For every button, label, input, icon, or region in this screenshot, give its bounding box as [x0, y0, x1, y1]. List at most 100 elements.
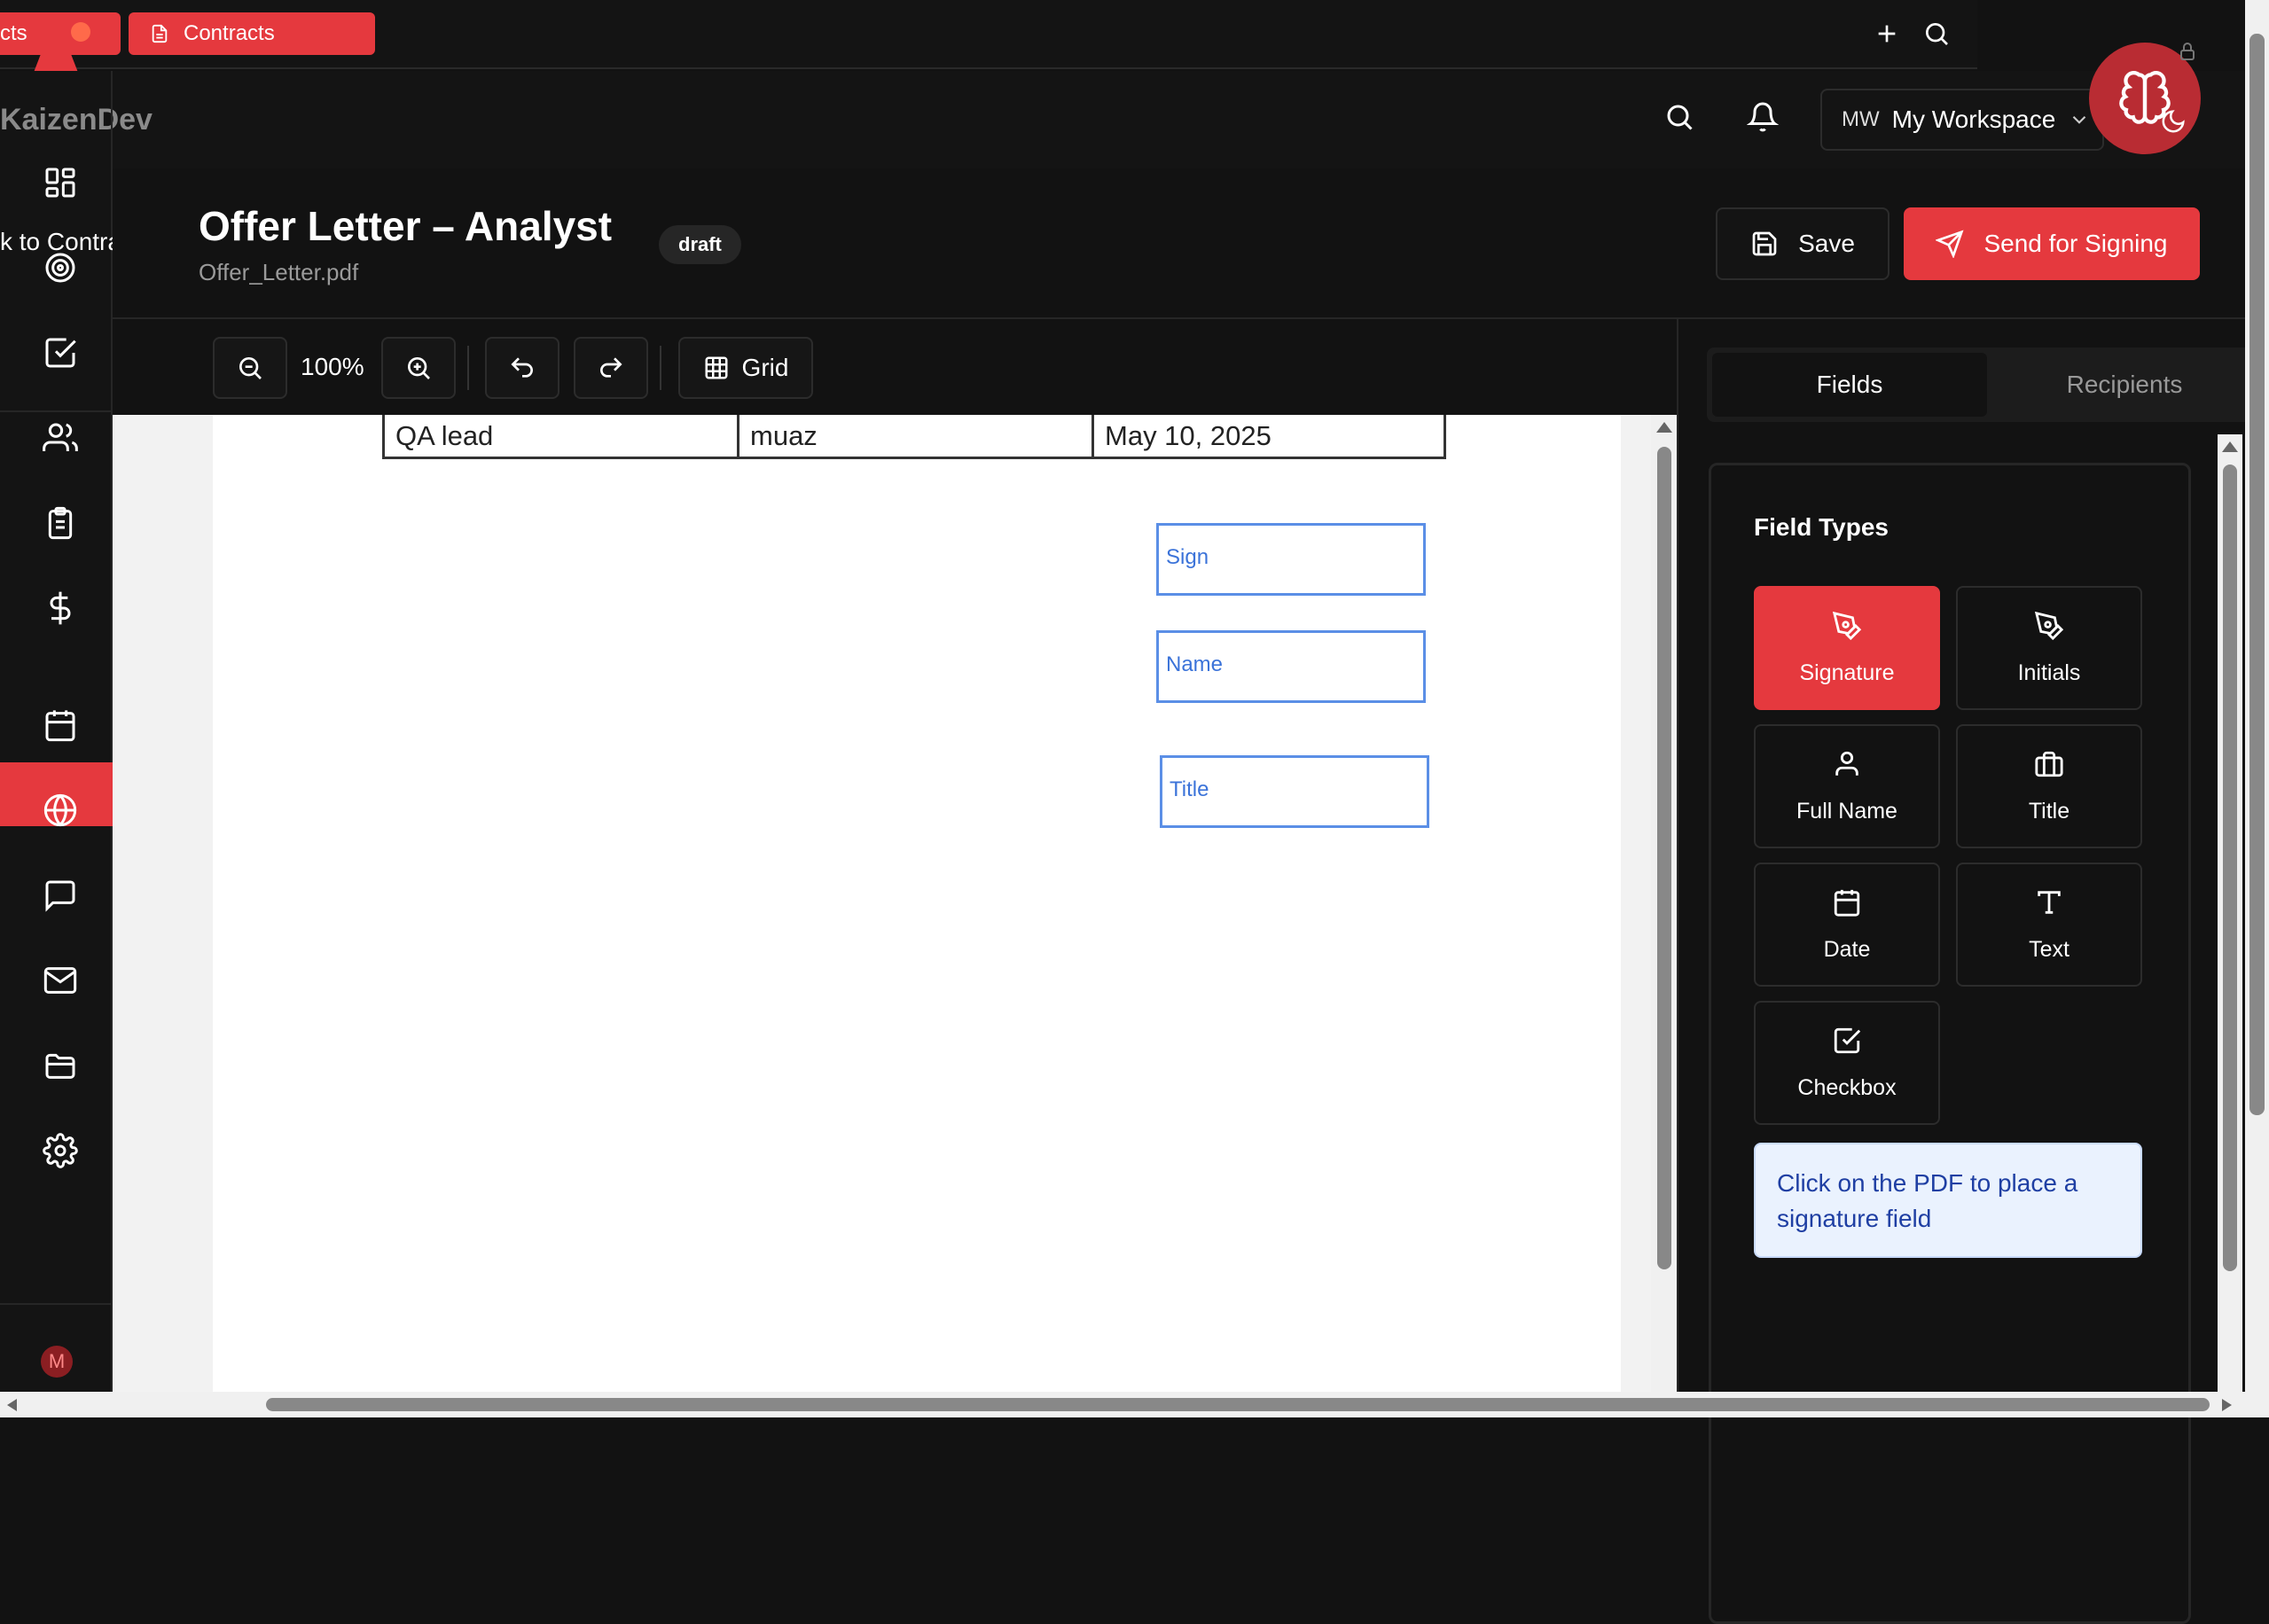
document-icon [150, 23, 169, 44]
workspace-avatar: MW [1842, 107, 1880, 131]
app-header: KaizenDev MW My Workspace [0, 43, 2245, 168]
scrollbar-thumb[interactable] [266, 1398, 2210, 1411]
signature-field[interactable]: Sign [1156, 523, 1426, 596]
dashboard-icon[interactable] [39, 161, 82, 204]
checkbox-icon[interactable] [39, 332, 82, 374]
file-name: Offer_Letter.pdf [199, 259, 359, 285]
avatar[interactable]: M [41, 1346, 73, 1378]
grid-toggle-button[interactable]: Grid [678, 337, 813, 399]
scroll-left-arrow[interactable] [7, 1399, 17, 1411]
tab-contracts-previous[interactable]: cts [0, 12, 121, 55]
field-type-label: Initials [2017, 660, 2081, 685]
placement-hint: Click on the PDF to place a signature fi… [1754, 1143, 2142, 1258]
field-types-card: Field Types Signature Initials Full Name… [1709, 463, 2191, 1624]
notification-bell-icon[interactable] [1747, 101, 1779, 133]
browser-tab-strip: cts Contracts [0, 0, 1977, 82]
briefcase-icon [2034, 749, 2064, 779]
moon-icon[interactable] [2160, 108, 2187, 135]
field-type-date[interactable]: Date [1754, 863, 1940, 987]
zoom-out-icon [236, 354, 264, 382]
redo-icon [597, 354, 625, 382]
new-tab-icon[interactable] [1873, 20, 1901, 48]
zoom-level: 100% [301, 353, 364, 380]
save-button-label: Save [1798, 230, 1855, 257]
undo-icon [508, 354, 536, 382]
users-icon[interactable] [39, 417, 82, 459]
scrollbar-thumb[interactable] [1657, 447, 1671, 1269]
fields-panel: Fields Recipients Field Types Signature … [1677, 319, 2257, 1624]
field-type-full-name[interactable]: Full Name [1754, 724, 1940, 848]
field-type-label: Title [2028, 798, 2070, 824]
text-icon [2034, 887, 2064, 917]
scrollbar-thumb[interactable] [2249, 34, 2265, 1115]
globe-icon[interactable] [39, 789, 82, 832]
lock-icon [2177, 41, 2198, 62]
grid-label: Grid [741, 354, 789, 381]
clipboard-icon[interactable] [39, 502, 82, 544]
page-title: Offer Letter – Analyst [199, 203, 613, 249]
field-type-checkbox[interactable]: Checkbox [1754, 1001, 1940, 1125]
field-type-label: Checkbox [1797, 1074, 1897, 1100]
calendar-icon[interactable] [39, 704, 82, 746]
window-horizontal-scrollbar[interactable] [0, 1392, 2269, 1417]
redo-button[interactable] [574, 337, 648, 399]
field-type-text[interactable]: Text [1956, 863, 2142, 987]
folder-icon[interactable] [39, 1044, 82, 1087]
section-title: Field Types [1754, 513, 1889, 541]
tab-indicator-dot [71, 22, 90, 42]
field-type-signature[interactable]: Signature [1754, 586, 1940, 710]
zoom-in-button[interactable] [381, 337, 456, 399]
toolbar-divider [660, 346, 661, 390]
workspace-name: My Workspace [1891, 105, 2056, 133]
field-type-title[interactable]: Title [1956, 724, 2142, 848]
field-type-label: Date [1823, 936, 1871, 962]
zoom-in-icon [404, 354, 433, 382]
name-field[interactable]: Name [1156, 630, 1426, 703]
table-cell: muaz [737, 415, 1093, 459]
target-icon[interactable] [39, 246, 82, 289]
scrollbar-thumb[interactable] [2223, 465, 2237, 1271]
panel-tabs: Fields Recipients [1707, 347, 2257, 422]
chat-icon[interactable] [39, 874, 82, 917]
tab-contracts[interactable]: Contracts [129, 12, 375, 55]
grid-icon [703, 355, 730, 381]
panel-scrollbar[interactable] [2218, 434, 2242, 1392]
mail-icon[interactable] [39, 959, 82, 1002]
send-icon [1936, 230, 1964, 258]
checkbox-icon [1832, 1026, 1862, 1056]
pen-icon [1832, 611, 1862, 641]
search-icon[interactable] [1663, 101, 1695, 133]
window-vertical-scrollbar[interactable] [2245, 0, 2269, 1392]
tab-label: Contracts [184, 21, 275, 45]
send-button-label: Send for Signing [1983, 230, 2168, 257]
tab-fields[interactable]: Fields [1712, 353, 1987, 417]
workspace-selector[interactable]: MW My Workspace [1820, 89, 2104, 151]
field-type-initials[interactable]: Initials [1956, 586, 2142, 710]
scroll-right-arrow[interactable] [2222, 1399, 2232, 1411]
chevron-down-icon [2068, 108, 2091, 131]
send-for-signing-button[interactable]: Send for Signing [1904, 207, 2200, 280]
zoom-out-button[interactable] [213, 337, 287, 399]
viewer-scrollbar[interactable] [1651, 415, 1677, 1392]
search-tabs-icon[interactable] [1922, 20, 1951, 48]
pdf-page[interactable]: QA lead muaz May 10, 2025 Sign Name Titl… [213, 415, 1621, 1392]
scroll-up-arrow[interactable] [2222, 441, 2238, 452]
dollar-icon[interactable] [39, 587, 82, 629]
pdf-toolbar: 100% Grid [113, 319, 1677, 415]
table-cell: QA lead [382, 415, 739, 459]
undo-button[interactable] [485, 337, 559, 399]
document-title-bar: Offer Letter – Analyst draft Offer_Lette… [113, 168, 2245, 319]
status-badge: draft [659, 225, 741, 264]
title-field[interactable]: Title [1160, 755, 1429, 828]
save-button[interactable]: Save [1716, 207, 1890, 280]
save-icon [1750, 230, 1779, 258]
pen-icon [2034, 611, 2064, 641]
field-type-label: Full Name [1796, 798, 1897, 824]
field-type-label: Signature [1799, 660, 1895, 685]
tab-recipients[interactable]: Recipients [1996, 353, 2253, 417]
user-icon [1832, 749, 1862, 779]
scroll-up-arrow[interactable] [1656, 422, 1672, 433]
calendar-icon [1832, 887, 1862, 917]
gear-icon[interactable] [39, 1129, 82, 1172]
sidebar-bottom-divider [0, 1303, 113, 1305]
